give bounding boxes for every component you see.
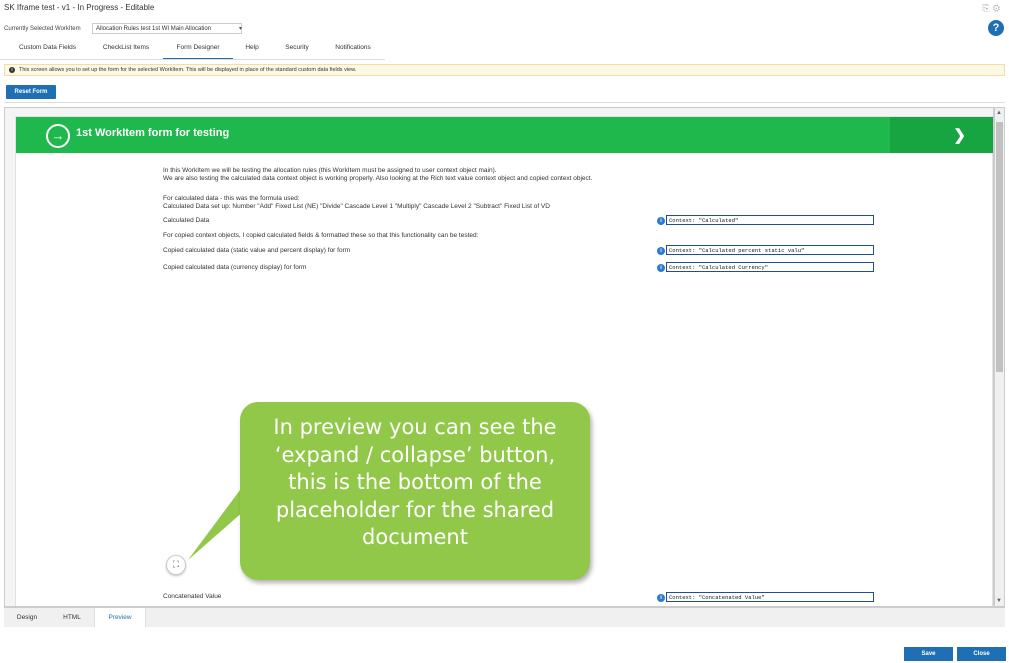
tab-preview[interactable]: Preview	[94, 608, 146, 627]
tab-form-designer[interactable]: Form Designer	[163, 42, 233, 60]
context-field[interactable]: Context: "Calculated"	[666, 215, 874, 225]
info-icon[interactable]: i	[657, 264, 665, 272]
window-icons: ⎘⚙	[983, 3, 1003, 14]
tab-security[interactable]: Security	[278, 42, 316, 58]
field-label: Concatenated Value	[163, 593, 222, 600]
field-label: Copied calculated data (currency display…	[163, 264, 307, 271]
window-title: SK Iframe test - v1 - In Progress - Edit…	[4, 3, 155, 12]
arrow-right-circle-icon: →	[46, 124, 70, 148]
chevron-down-icon[interactable]: ❯	[953, 126, 966, 144]
intro-line-2: We are also testing the calculated data …	[163, 175, 593, 182]
callout-text: In preview you can see the ‘expand / col…	[273, 415, 557, 549]
info-text: This screen allows you to set up the for…	[19, 67, 357, 73]
tab-design[interactable]: Design	[4, 608, 50, 627]
scroll-up-icon[interactable]: ▲	[996, 110, 1002, 116]
print-icon[interactable]: ⎘	[983, 3, 993, 13]
help-icon[interactable]: ?	[988, 20, 1004, 36]
close-button[interactable]: Close	[957, 647, 1006, 661]
chevron-down-icon: ▾	[238, 26, 242, 32]
gear-icon[interactable]: ⚙	[993, 3, 1003, 13]
workitem-label: Currently Selected WorkItem	[4, 26, 81, 32]
info-icon[interactable]: i	[657, 594, 665, 602]
tab-bar: Custom Data Fields CheckList Items Form …	[0, 42, 400, 60]
info-banner: ! This screen allows you to set up the f…	[4, 64, 1005, 76]
workitem-selected-value: Allocation Rules test 1st WI Main Alloca…	[96, 26, 212, 32]
reset-form-button[interactable]: Reset Form	[6, 85, 56, 99]
form-header[interactable]: → 1st WorkItem form for testing ❯	[16, 117, 993, 153]
form-title: 1st WorkItem form for testing	[76, 127, 230, 139]
divider	[4, 102, 1005, 103]
info-icon[interactable]: i	[657, 247, 665, 255]
scroll-down-icon[interactable]: ▼	[996, 598, 1002, 604]
context-field[interactable]: Context: "Concatenated Value"	[666, 592, 874, 602]
tab-checklist-items[interactable]: CheckList Items	[90, 42, 162, 58]
intro-line-1: In this WorkItem we will be testing the …	[163, 167, 497, 174]
field-label: Calculated Data	[163, 217, 210, 224]
annotation-callout: In preview you can see the ‘expand / col…	[240, 402, 590, 580]
context-field[interactable]: Context: "Calculated Currency"	[666, 262, 874, 272]
info-icon[interactable]: i	[657, 217, 665, 225]
workitem-select[interactable]: Allocation Rules test 1st WI Main Alloca…	[92, 23, 242, 34]
context-field[interactable]: Context: "Calculated percent static valu…	[666, 245, 874, 255]
field-label: Copied calculated data (static value and…	[163, 247, 351, 254]
save-button[interactable]: Save	[904, 647, 953, 661]
tab-notifications[interactable]: Notifications	[328, 42, 378, 58]
tab-help[interactable]: Help	[236, 42, 268, 58]
scrollbar-thumb[interactable]	[996, 122, 1003, 372]
tab-custom-data-fields[interactable]: Custom Data Fields	[10, 42, 85, 58]
copied-note: For copied context objects, I copied cal…	[163, 232, 479, 239]
tab-html[interactable]: HTML	[50, 608, 94, 627]
tab-divider	[0, 59, 385, 60]
scrollbar[interactable]: ▲ ▼	[994, 107, 1005, 607]
info-icon: !	[9, 67, 15, 73]
view-mode-tabs: Design HTML Preview	[4, 607, 1005, 627]
formula-line-2: Calculated Data set up: Number "Add" Fix…	[163, 203, 550, 210]
formula-line-1: For calculated data - this was the formu…	[163, 195, 300, 202]
collapse-toggle-area[interactable]	[890, 117, 993, 153]
expand-collapse-icon[interactable]: ⛶	[166, 555, 186, 575]
